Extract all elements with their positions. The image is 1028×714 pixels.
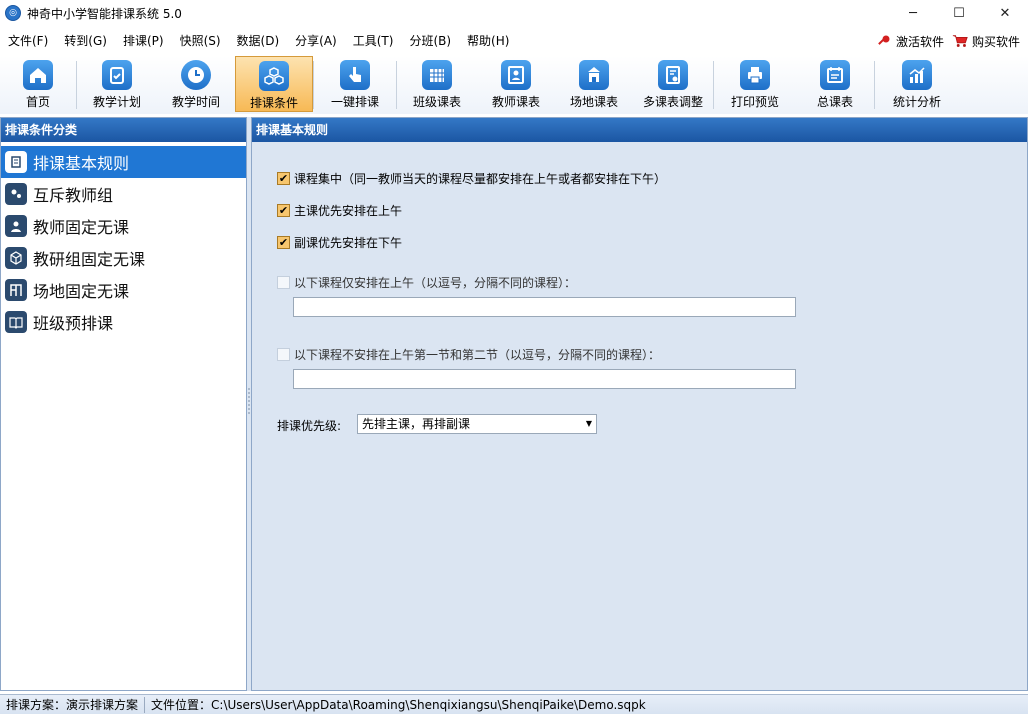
toolbar-multi-timetable-adjust[interactable]: 多课表调整 xyxy=(633,56,713,112)
menu-schedule[interactable]: 排课(P) xyxy=(115,28,172,54)
category-teacher-fixed-no-class[interactable]: 教师固定无课 xyxy=(1,210,246,242)
status-plan: 排课方案：演示排课方案 xyxy=(6,698,139,712)
app-icon: ◎ xyxy=(5,5,21,21)
priority-select[interactable]: 先排主课，再排副课 ▼ xyxy=(357,414,597,434)
menu-goto[interactable]: 转到(G) xyxy=(56,28,115,54)
book-icon xyxy=(5,311,27,333)
category-teaching-group-fixed-no-class[interactable]: 教研组固定无课 xyxy=(1,242,246,274)
teacher-swap-icon xyxy=(5,183,27,205)
window-title: 神奇中小学智能排课系统 5.0 xyxy=(27,6,182,21)
cubes-icon xyxy=(259,61,289,91)
menu-class-split[interactable]: 分班(B) xyxy=(401,28,459,54)
cube-icon xyxy=(5,247,27,269)
not-first-two-courses-input[interactable] xyxy=(293,369,796,389)
toolbar-master-timetable[interactable]: 总课表 xyxy=(796,56,874,112)
teacher-badge-icon xyxy=(501,60,531,90)
status-file-location: 文件位置：C:\Users\User\AppData\Roaming\Shenq… xyxy=(151,698,646,712)
status-bar: 排课方案：演示排课方案 文件位置：C:\Users\User\AppData\R… xyxy=(0,694,1028,714)
option-main-course-morning[interactable]: ✔ 主课优先安排在上午 xyxy=(277,202,402,219)
activate-software-link[interactable]: 激活软件 xyxy=(876,33,944,50)
basic-rules-panel: 排课基本规则 ✔ 课程集中（同一教师当天的课程尽量都安排在上午或者都安排在下午）… xyxy=(251,117,1028,691)
checkbox-main-course-morning[interactable]: ✔ xyxy=(277,204,290,217)
dropdown-arrow-icon: ▼ xyxy=(585,419,592,428)
toolbar-one-click-schedule[interactable]: 一键排课 xyxy=(314,56,396,112)
toolbar-home[interactable]: 首页 xyxy=(0,56,76,112)
toolbar-print-preview[interactable]: 打印预览 xyxy=(714,56,796,112)
toolbar-teaching-time[interactable]: 教学时间 xyxy=(157,56,235,112)
left-panel-title: 排课条件分类 xyxy=(1,118,246,142)
menu-share[interactable]: 分享(A) xyxy=(287,28,345,54)
toolbar-venue-timetable[interactable]: 场地课表 xyxy=(555,56,633,112)
option-minor-course-afternoon[interactable]: ✔ 副课优先安排在下午 xyxy=(277,234,402,251)
buy-software-link[interactable]: 购买软件 xyxy=(952,33,1020,50)
priority-label: 排课优先级: xyxy=(277,419,342,433)
menu-snapshot[interactable]: 快照(S) xyxy=(172,28,229,54)
splitter-grip xyxy=(248,387,250,415)
morning-only-courses-input[interactable] xyxy=(293,297,796,317)
document-icon xyxy=(5,151,27,173)
home-icon xyxy=(23,60,53,90)
category-venue-fixed-no-class[interactable]: 场地固定无课 xyxy=(1,274,246,306)
category-mutex-teacher-group[interactable]: 互斥教师组 xyxy=(1,178,246,210)
clock-icon xyxy=(181,60,211,90)
title-bar: ◎ 神奇中小学智能排课系统 5.0 ─ ☐ ✕ xyxy=(0,0,1028,26)
key-icon xyxy=(876,33,892,49)
priority-selected-value: 先排主课，再排副课 xyxy=(362,417,471,431)
option-morning-only[interactable]: 以下课程仅安排在上午（以逗号，分隔不同的课程）： xyxy=(277,274,576,291)
checkbox-minor-course-afternoon[interactable]: ✔ xyxy=(277,236,290,249)
condition-category-panel: 排课条件分类 排课基本规则 互斥教师组 教师固定无课 教研组固定无课 场地固定无… xyxy=(0,117,247,691)
menu-help[interactable]: 帮助(H) xyxy=(459,28,517,54)
buy-label: 购买软件 xyxy=(971,34,1020,49)
category-basic-rules[interactable]: 排课基本规则 xyxy=(1,146,246,178)
toolbar-teaching-plan[interactable]: 教学计划 xyxy=(77,56,157,112)
menu-tools[interactable]: 工具(T) xyxy=(345,28,402,54)
minimize-button[interactable]: ─ xyxy=(890,0,936,26)
toolbar-schedule-conditions[interactable]: 排课条件 xyxy=(235,56,313,112)
checkbox-not-first-two-periods[interactable] xyxy=(277,348,290,361)
checkbox-course-concentration[interactable]: ✔ xyxy=(277,172,290,185)
toolbar: 首页 教学计划 教学时间 排课条件 一键排课 班级课表 教师课表 场地课表 多课… xyxy=(0,56,1028,114)
printer-icon xyxy=(740,60,770,90)
calendar-grid-icon xyxy=(422,60,452,90)
toolbar-class-timetable[interactable]: 班级课表 xyxy=(397,56,477,112)
cart-icon xyxy=(952,33,968,49)
toolbar-statistics[interactable]: 统计分析 xyxy=(875,56,959,112)
teacher-icon xyxy=(5,215,27,237)
menu-data[interactable]: 数据(D) xyxy=(229,28,288,54)
option-course-concentration[interactable]: ✔ 课程集中（同一教师当天的课程尽量都安排在上午或者都安排在下午） xyxy=(277,170,666,187)
calendar-list-icon xyxy=(820,60,850,90)
checkbox-morning-only[interactable] xyxy=(277,276,290,289)
activate-label: 激活软件 xyxy=(895,34,944,49)
door-icon xyxy=(5,279,27,301)
bar-chart-icon xyxy=(902,60,932,90)
pointer-hand-icon xyxy=(340,60,370,90)
maximize-button[interactable]: ☐ xyxy=(936,0,982,26)
menu-bar: 文件(F) 转到(G) 排课(P) 快照(S) 数据(D) 分享(A) 工具(T… xyxy=(0,28,1028,54)
category-class-pre-schedule[interactable]: 班级预排课 xyxy=(1,306,246,338)
menu-file[interactable]: 文件(F) xyxy=(0,28,56,54)
building-icon xyxy=(579,60,609,90)
toolbar-teacher-timetable[interactable]: 教师课表 xyxy=(477,56,555,112)
close-button[interactable]: ✕ xyxy=(982,0,1028,26)
clipboard-icon xyxy=(102,60,132,90)
right-panel-title: 排课基本规则 xyxy=(252,118,1027,142)
document-settings-icon xyxy=(658,60,688,90)
option-not-first-two-periods[interactable]: 以下课程不安排在上午第一节和第二节（以逗号，分隔不同的课程）： xyxy=(277,346,660,363)
